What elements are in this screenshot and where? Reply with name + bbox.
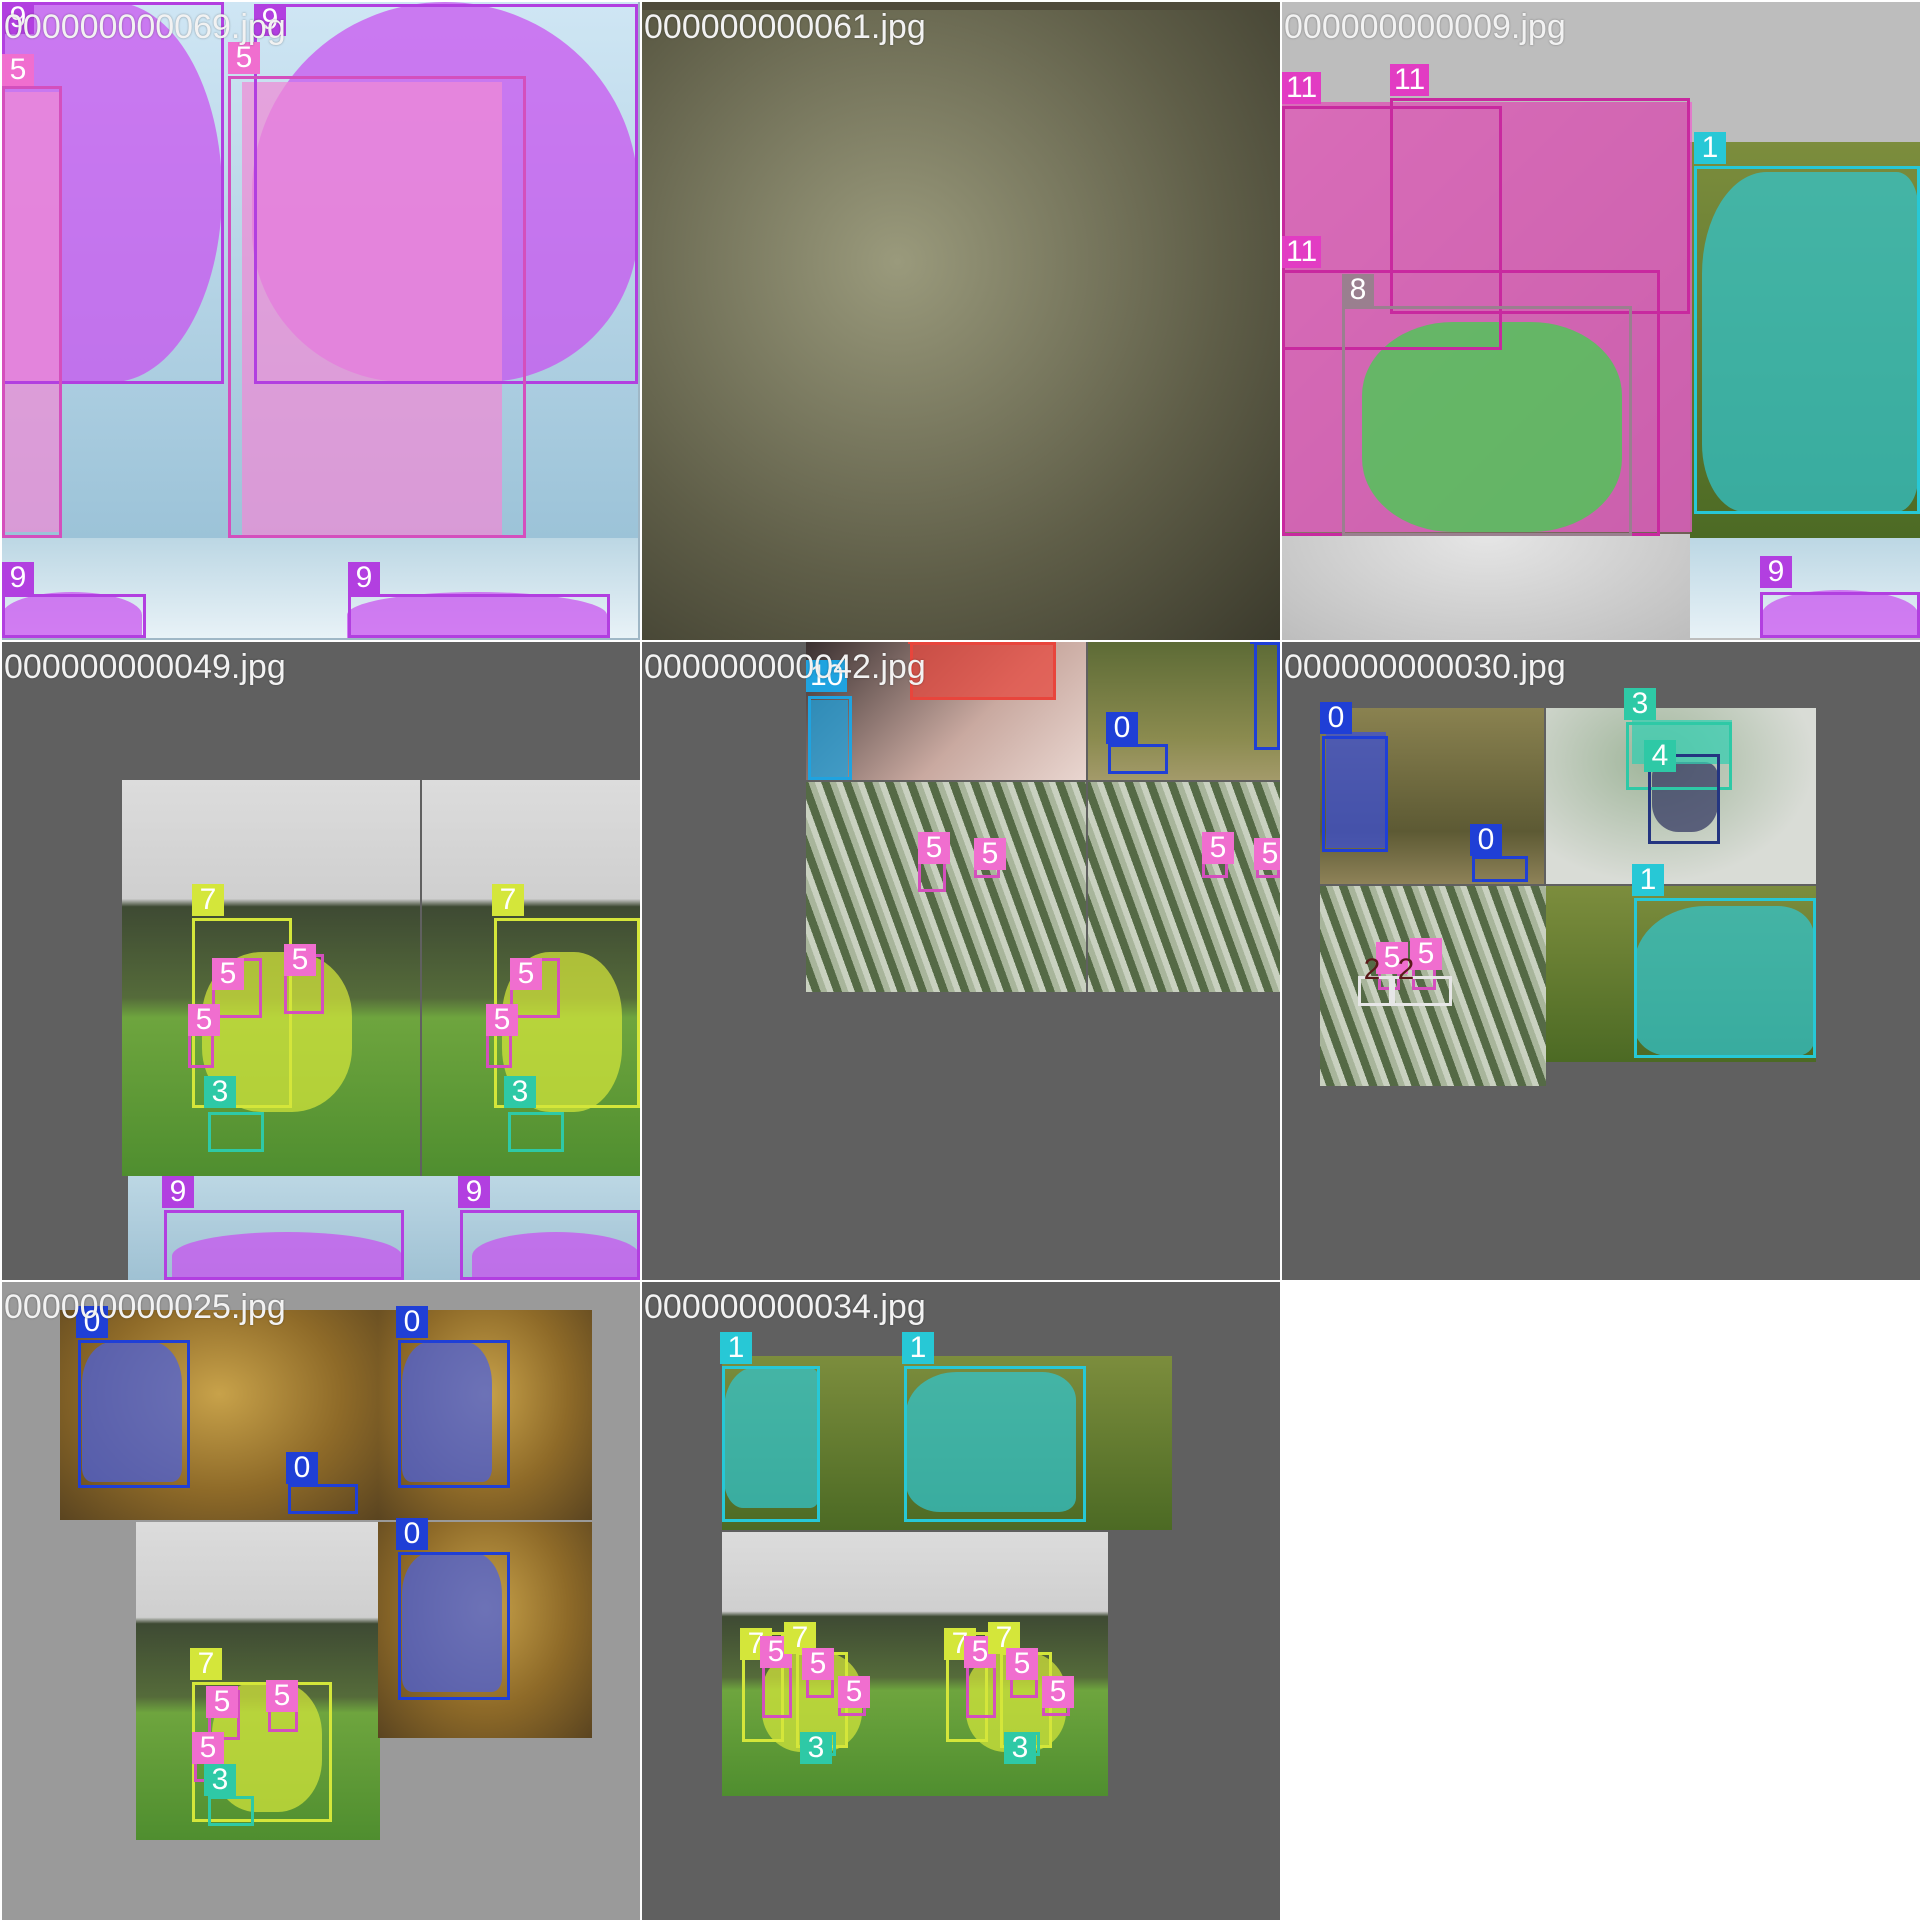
mosaic-tile-5: 10 6 0 0 5 5 5 5 000000000042.jpg (642, 642, 1280, 1280)
class-label: 0 (396, 1306, 428, 1338)
bbox-bowl (1342, 306, 1632, 536)
bbox-backpack (808, 696, 852, 780)
bbox-zebra (904, 1366, 1086, 1522)
bbox-person (2, 86, 62, 538)
class-label: 11 (1390, 64, 1430, 96)
class-label: 5 (1202, 832, 1234, 864)
class-label: 5 (486, 1004, 518, 1036)
class-label: 1 (720, 1332, 752, 1364)
bbox-umbrella (2, 594, 146, 638)
mosaic-tile-1: 9 9 5 5 9 9 000000000069.jpg (2, 2, 640, 640)
bbox-giraffe (398, 1340, 510, 1488)
class-label: 9 (2, 562, 34, 594)
class-label: 3 (800, 1732, 832, 1764)
class-label: 2 (1363, 953, 1381, 986)
class-label: 0 (1106, 712, 1138, 744)
class-label: 11 (1282, 236, 1322, 268)
bbox-giraffe (288, 1484, 358, 1514)
image-filename: 000000000034.jpg (644, 1288, 926, 1326)
class-label: 5 (192, 1732, 224, 1764)
class-label: 0 (286, 1452, 318, 1484)
mosaic-tile-8: 1 1 7 5 7 5 5 3 7 5 7 5 5 3 000000000034… (642, 1282, 1280, 1920)
class-label: 7 (492, 884, 524, 916)
class-label: 3 (204, 1764, 236, 1796)
class-label: 5 (206, 1686, 238, 1718)
image-filename: 000000000009.jpg (1284, 8, 1566, 46)
mosaic-tile-6: 0 0 3 4 1 5 5 2 2 000000000030.jpg (1282, 642, 1920, 1280)
class-label: 9 (162, 1176, 194, 1208)
class-label: 8 (1342, 274, 1374, 306)
class-label: 7 (192, 884, 224, 916)
class-label: 1 (1694, 132, 1726, 164)
class-label: 0 (1320, 702, 1352, 734)
class-label: 5 (266, 1680, 298, 1712)
tile-photo (806, 782, 1086, 992)
class-label: 3 (1004, 1732, 1036, 1764)
class-label: 11 (1282, 72, 1322, 104)
class-label: 5 (802, 1648, 834, 1680)
class-label: 6 (908, 642, 940, 644)
image-filename: 000000000061.jpg (644, 8, 926, 46)
tile-photo (1088, 782, 1280, 992)
class-label: 4 (1644, 740, 1676, 772)
class-label: 7 (190, 1648, 222, 1680)
class-label: 5 (284, 944, 316, 976)
bbox-umbrella (1760, 592, 1920, 638)
bbox-person (228, 76, 526, 538)
class-label: 5 (1042, 1676, 1074, 1708)
mosaic-tile-4: 7 5 5 5 3 7 5 5 3 9 9 000000000049.jpg (2, 642, 640, 1280)
bbox-shoes (910, 642, 1056, 700)
class-label: 5 (212, 958, 244, 990)
image-filename: 000000000069.jpg (4, 8, 286, 46)
class-label: 5 (2, 54, 34, 86)
bbox-giraffe (1108, 744, 1168, 774)
image-filename: 000000000049.jpg (4, 648, 286, 686)
class-label: 9 (1760, 556, 1792, 588)
class-label: 9 (458, 1176, 490, 1208)
image-filename: 000000000030.jpg (1284, 648, 1566, 686)
bbox-potted-plant (508, 1112, 564, 1152)
class-label: 5 (1006, 1648, 1038, 1680)
class-label: 0 (1250, 642, 1280, 644)
class-label: 5 (188, 1004, 220, 1036)
class-label: 5 (838, 1676, 870, 1708)
class-label: 5 (1254, 838, 1280, 870)
bbox-giraffe (1254, 642, 1280, 750)
bbox-giraffe (398, 1552, 510, 1700)
mosaic-tile-3: 11 11 11 8 1 9 000000000009.jpg (1282, 2, 1920, 640)
image-filename: 000000000025.jpg (4, 1288, 286, 1326)
class-label: 9 (348, 562, 380, 594)
class-label: 2 (1397, 953, 1415, 986)
bbox-zebra (1694, 166, 1920, 514)
bbox-giraffe (1322, 736, 1388, 852)
class-label: 3 (504, 1076, 536, 1108)
class-label: 0 (1470, 824, 1502, 856)
class-label: 3 (204, 1076, 236, 1108)
mosaic-tile-7: 0 0 0 0 7 5 5 5 3 000000000025.jpg (2, 1282, 640, 1920)
bbox-zebra (722, 1366, 820, 1522)
empty-slot (1282, 1282, 1920, 1920)
tile-photo (1282, 534, 1690, 640)
bbox-giraffe (1472, 856, 1528, 882)
bbox-potted-plant (208, 1112, 264, 1152)
tile-photo (642, 10, 1280, 640)
bbox-potted-plant (208, 1796, 254, 1826)
class-label: 1 (1632, 864, 1664, 896)
class-label: 5 (510, 958, 542, 990)
image-filename: 000000000042.jpg (644, 648, 926, 686)
mosaic-tile-2: 000000000061.jpg (642, 2, 1280, 640)
bbox-giraffe (78, 1340, 190, 1488)
bbox-umbrella (460, 1210, 640, 1280)
class-label: 0 (396, 1518, 428, 1550)
class-label: 5 (974, 838, 1006, 870)
bbox-umbrella (164, 1210, 404, 1280)
bbox-umbrella (348, 594, 610, 638)
class-label: 1 (902, 1332, 934, 1364)
bbox-zebra (1634, 898, 1816, 1058)
class-label: 3 (1624, 688, 1656, 720)
class-label: 5 (918, 832, 950, 864)
